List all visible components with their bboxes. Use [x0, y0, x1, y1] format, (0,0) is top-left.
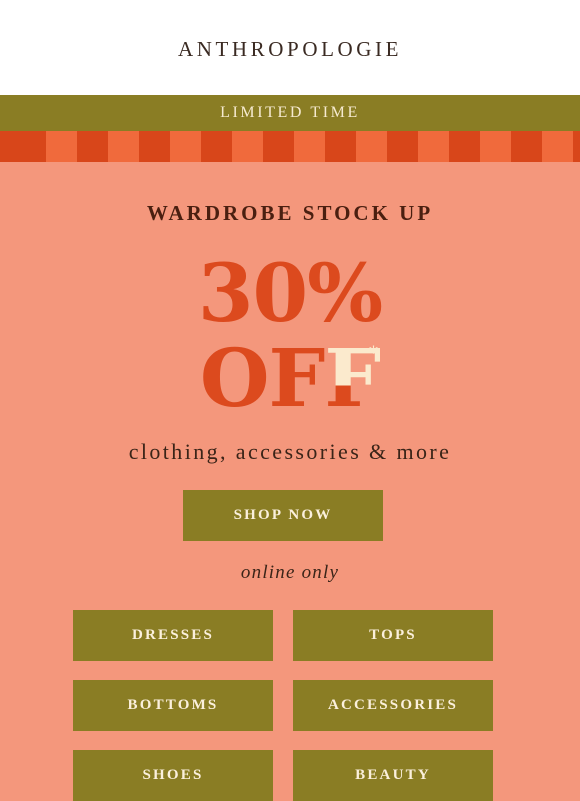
discount-percent: 30%: [197, 246, 383, 340]
category-button-beauty[interactable]: BEAUTY: [293, 750, 493, 801]
category-button-accessories[interactable]: ACCESSORIES: [293, 680, 493, 731]
checker-stripe-decoration: [0, 131, 580, 162]
category-button-dresses[interactable]: DRESSES: [73, 610, 273, 661]
limited-time-banner: LIMITED TIME: [0, 95, 580, 131]
disclaimer-asterisk: *: [369, 343, 378, 364]
category-button-bottoms[interactable]: BOTTOMS: [73, 680, 273, 731]
discount-off-text: OFF: [0, 333, 580, 423]
online-only-note: online only: [240, 562, 340, 583]
email-header: ANTHROPOLOGIE: [0, 0, 580, 95]
promo-tagline: clothing, accessories & more: [128, 439, 452, 464]
banner-text: LIMITED TIME: [220, 104, 360, 121]
promo-subhead: WARDROBE STOCK UP: [146, 201, 434, 225]
shop-now-button[interactable]: SHOP NOW: [183, 490, 383, 541]
brand-logo[interactable]: ANTHROPOLOGIE: [0, 37, 580, 62]
category-button-shoes[interactable]: SHOES: [73, 750, 273, 801]
off-prefix: OF: [199, 331, 325, 425]
category-button-tops[interactable]: TOPS: [293, 610, 493, 661]
